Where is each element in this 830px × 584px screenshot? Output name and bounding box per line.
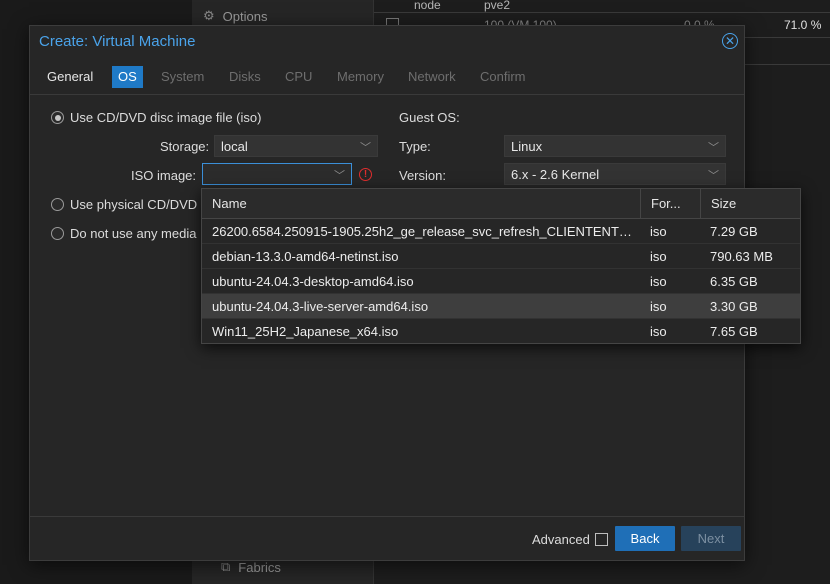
iso-name: debian-13.3.0-amd64-netinst.iso [212, 249, 399, 264]
tab-general[interactable]: General [41, 66, 99, 88]
advanced-toggle[interactable]: Advanced [532, 532, 608, 547]
radio-no-media[interactable] [51, 227, 64, 240]
iso-size: 7.29 GB [710, 224, 758, 239]
option-iso-file[interactable]: Use CD/DVD disc image file (iso) [51, 110, 261, 125]
iso-size: 3.30 GB [710, 299, 758, 314]
tab-os[interactable]: OS [112, 66, 143, 88]
os-version-value: 6.x - 2.6 Kernel [511, 166, 600, 182]
iso-name: Win11_25H2_Japanese_x64.iso [212, 324, 399, 339]
usage-value: 71.0 % [784, 17, 822, 32]
iso-row[interactable]: debian-13.3.0-amd64-netinst.iso iso 790.… [202, 244, 800, 269]
iso-picker-dropdown: Name For... Size 26200.6584.250915-1905.… [201, 188, 801, 344]
iso-row-selected[interactable]: ubuntu-24.04.3-live-server-amd64.iso iso… [202, 294, 800, 319]
tab-network[interactable]: Network [402, 66, 462, 88]
storage-label: Storage: [160, 139, 210, 154]
option-iso-label: Use CD/DVD disc image file (iso) [70, 110, 262, 125]
iso-image-select[interactable]: ﹀ [202, 163, 352, 185]
nav-item-label: Options [222, 8, 268, 24]
error-icon: ! [359, 168, 372, 181]
option-none-label: Do not use any media [70, 226, 197, 241]
back-button[interactable]: Back [615, 526, 675, 551]
tab-disks[interactable]: Disks [223, 66, 267, 88]
iso-format: iso [650, 224, 667, 239]
chevron-down-icon[interactable]: ﹀ [334, 167, 345, 183]
iso-name: 26200.6584.250915-1905.25h2_ge_release_s… [212, 224, 632, 239]
os-type-label: Type: [399, 139, 431, 154]
os-version-label: Version: [399, 168, 446, 183]
next-button[interactable]: Next [681, 526, 741, 551]
option-no-media[interactable]: Do not use any media [51, 226, 196, 241]
storage-value: local [221, 138, 248, 154]
column-header-format[interactable]: For... [640, 189, 700, 218]
iso-row[interactable]: 26200.6584.250915-1905.25h2_ge_release_s… [202, 219, 800, 244]
column-header-size[interactable]: Size [700, 189, 800, 218]
wizard-tabbar: General OS System Disks CPU Memory Netwo… [30, 64, 744, 95]
summary-col1: node [414, 0, 441, 12]
guest-os-heading: Guest OS: [399, 110, 460, 125]
chevron-down-icon[interactable]: ﹀ [708, 139, 719, 155]
iso-format: iso [650, 299, 667, 314]
advanced-label: Advanced [532, 532, 590, 547]
gear-icon: ⚙ [203, 8, 215, 23]
iso-format: iso [650, 274, 667, 289]
dialog-title: Create: Virtual Machine [39, 33, 196, 50]
os-type-value: Linux [511, 138, 543, 154]
summary-col2: pve2 [484, 0, 511, 12]
iso-format: iso [650, 249, 667, 264]
column-header-name[interactable]: Name [202, 189, 640, 218]
os-version-select[interactable]: 6.x - 2.6 Kernel ﹀ [504, 163, 726, 185]
radio-iso-file[interactable] [51, 111, 64, 124]
iso-row[interactable]: ubuntu-24.04.3-desktop-amd64.iso iso 6.3… [202, 269, 800, 294]
chevron-down-icon[interactable]: ﹀ [360, 139, 371, 155]
iso-size: 6.35 GB [710, 274, 758, 289]
iso-size: 7.65 GB [710, 324, 758, 339]
tab-memory[interactable]: Memory [331, 66, 390, 88]
dialog-footer: Advanced Back Next [30, 516, 744, 563]
os-type-select[interactable]: Linux ﹀ [504, 135, 726, 157]
nav-item-options[interactable]: ⚙ Options [203, 8, 267, 24]
radio-physical-drive[interactable] [51, 198, 64, 211]
iso-name: ubuntu-24.04.3-desktop-amd64.iso [212, 274, 414, 289]
tab-system[interactable]: System [155, 66, 210, 88]
storage-select[interactable]: local ﹀ [214, 135, 378, 157]
close-icon[interactable]: ✕ [722, 33, 738, 49]
tab-cpu[interactable]: CPU [279, 66, 318, 88]
iso-row[interactable]: Win11_25H2_Japanese_x64.iso iso 7.65 GB [202, 319, 800, 344]
tab-confirm[interactable]: Confirm [474, 66, 532, 88]
iso-grid-header: Name For... Size [202, 189, 800, 219]
iso-image-label: ISO image: [131, 168, 197, 183]
iso-format: iso [650, 324, 667, 339]
iso-size: 790.63 MB [710, 249, 773, 264]
iso-name: ubuntu-24.04.3-live-server-amd64.iso [212, 299, 429, 314]
advanced-checkbox[interactable] [594, 533, 608, 546]
chevron-down-icon[interactable]: ﹀ [708, 167, 719, 183]
